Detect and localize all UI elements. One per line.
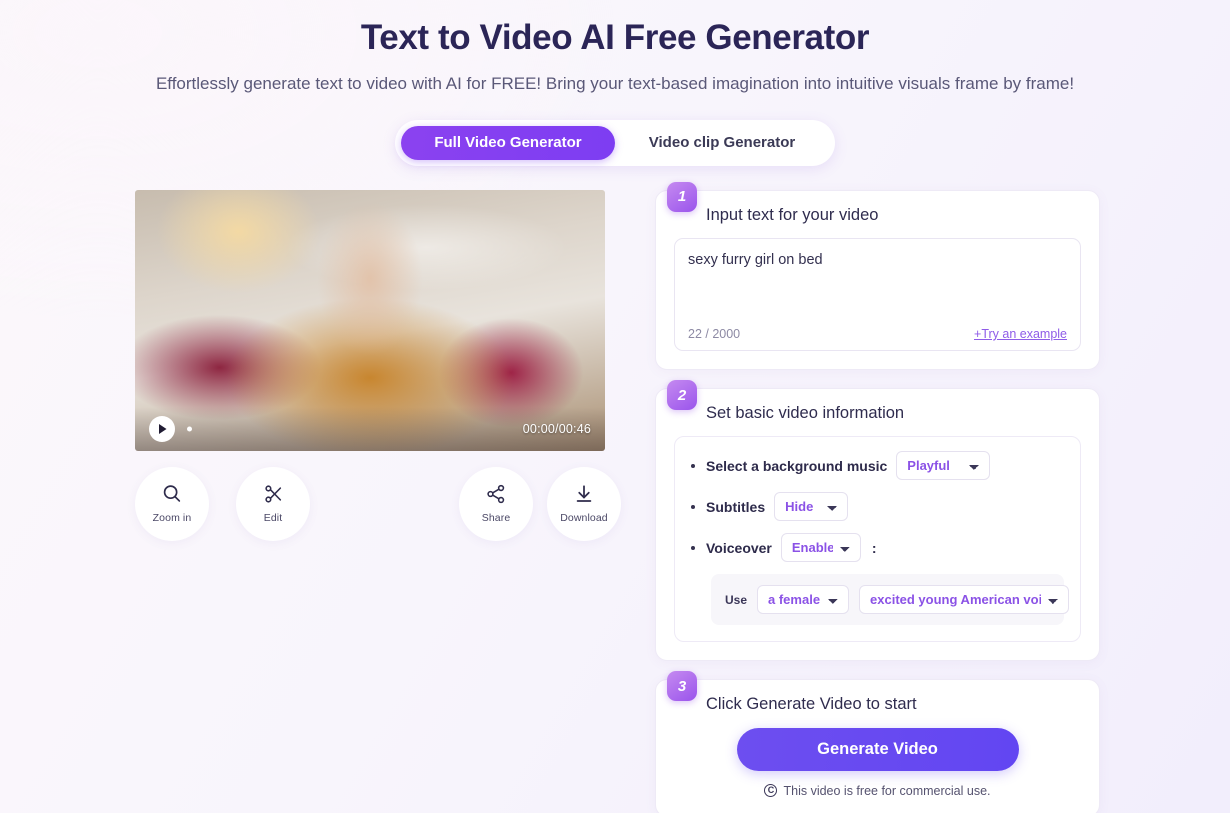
video-progress-handle[interactable] <box>187 426 192 432</box>
generate-video-button[interactable]: Generate Video <box>736 727 1019 771</box>
step-2-title: Set basic video information <box>706 404 905 423</box>
play-icon <box>157 423 168 435</box>
voiceover-colon: : <box>871 539 877 556</box>
bullet-icon <box>691 545 695 550</box>
generate-button-wrapper: Generate Video <box>674 727 1081 771</box>
copyright-icon: C <box>764 784 778 798</box>
step-2-badge: 2 <box>667 380 697 411</box>
video-column: 00:00/00:46 Zoom in Edit Share Download <box>135 189 621 551</box>
step-1-header: Input text for your video <box>674 205 1081 226</box>
prompt-input[interactable] <box>688 250 1067 313</box>
prompt-box: 22 / 2000 +Try an example <box>674 238 1081 352</box>
video-controls-bar: 00:00/00:46 <box>135 406 605 451</box>
main-content: 00:00/00:46 Zoom in Edit Share Download … <box>0 166 1230 813</box>
voiceover-label: Voiceover <box>706 539 772 556</box>
step-2-header: Set basic video information <box>674 403 1081 424</box>
voice-configuration-row: Use a female excited young American voic… <box>711 574 1070 626</box>
scissors-icon <box>262 483 284 508</box>
zoom-in-button[interactable]: Zoom in <box>135 466 209 541</box>
share-button[interactable]: Share <box>459 466 533 541</box>
page-title: Text to Video AI Free Generator <box>360 18 870 57</box>
step-1-badge: 1 <box>667 181 697 212</box>
character-counter: 22 / 2000 <box>688 327 741 342</box>
step-3-header: Click Generate Video to start <box>674 694 1081 715</box>
video-actions-row: Zoom in Edit Share Download <box>135 466 621 551</box>
try-an-example-link[interactable]: +Try an example <box>974 327 1067 341</box>
step-1-card: 1 Input text for your video 22 / 2000 +T… <box>655 181 1100 371</box>
step-1-title: Input text for your video <box>706 205 879 224</box>
video-preview[interactable]: 00:00/00:46 <box>135 189 605 451</box>
share-label: Share <box>481 512 511 525</box>
bullet-icon <box>691 463 695 468</box>
voice-style-select[interactable]: excited young American voice <box>859 585 1070 615</box>
commercial-use-text: This video is free for commercial use. <box>783 783 991 798</box>
download-button[interactable]: Download <box>547 466 621 541</box>
prompt-footer: 22 / 2000 +Try an example <box>688 327 1067 350</box>
tab-full-video-generator[interactable]: Full Video Generator <box>401 125 615 160</box>
voice-gender-select[interactable]: a female <box>757 585 850 615</box>
background-music-select[interactable]: Playful <box>896 451 991 481</box>
page-subtitle: Effortlessly generate text to video with… <box>155 74 1075 94</box>
share-nodes-icon <box>485 483 507 508</box>
play-button[interactable] <box>149 415 175 442</box>
page-root: Text to Video AI Free Generator Effortle… <box>0 0 1230 813</box>
edit-button[interactable]: Edit <box>236 466 310 541</box>
subtitles-label: Subtitles <box>706 498 766 515</box>
magnifier-icon <box>161 483 183 508</box>
video-settings-panel: Select a background music Playful Subtit… <box>674 436 1081 643</box>
subtitles-select[interactable]: Hide <box>774 492 849 522</box>
download-label: Download <box>560 512 608 525</box>
bullet-icon <box>691 504 695 509</box>
zoom-in-label: Zoom in <box>152 512 192 525</box>
edit-label: Edit <box>263 512 283 525</box>
page-header: Text to Video AI Free Generator Effortle… <box>0 0 1230 98</box>
commercial-use-note: C This video is free for commercial use. <box>674 784 1081 798</box>
background-music-label: Select a background music <box>706 457 888 474</box>
video-progress-bar[interactable] <box>187 426 511 432</box>
subtitles-row: Subtitles Hide <box>691 492 1064 522</box>
voiceover-row: Voiceover Enable : <box>691 533 1064 563</box>
use-label: Use <box>725 592 748 607</box>
step-2-card: 2 Set basic video information Select a b… <box>655 380 1100 662</box>
tab-video-clip-generator[interactable]: Video clip Generator <box>615 126 829 160</box>
step-3-title: Click Generate Video to start <box>706 695 917 714</box>
background-music-row: Select a background music Playful <box>691 451 1064 481</box>
tab-switch: Full Video Generator Video clip Generato… <box>395 119 835 166</box>
tab-switch-wrapper: Full Video Generator Video clip Generato… <box>0 119 1230 166</box>
steps-column: 1 Input text for your video 22 / 2000 +T… <box>655 181 1100 813</box>
download-arrow-icon <box>573 483 595 508</box>
step-3-badge: 3 <box>667 671 697 702</box>
video-timestamp: 00:00/00:46 <box>522 421 591 436</box>
step-3-card: 3 Click Generate Video to start Generate… <box>655 671 1100 813</box>
voiceover-select[interactable]: Enable <box>780 533 861 563</box>
